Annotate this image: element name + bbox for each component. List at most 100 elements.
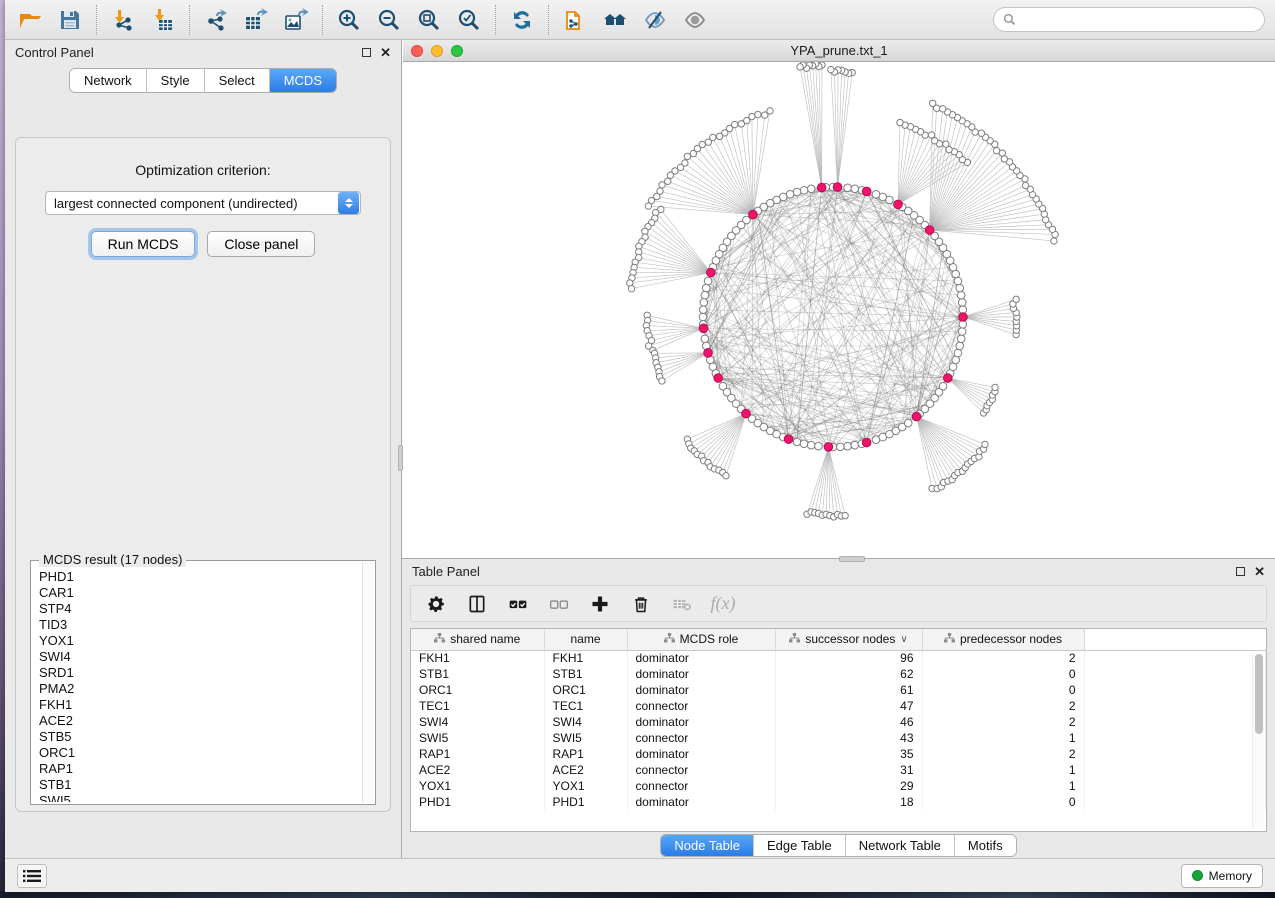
table-cell[interactable]: connector <box>627 698 775 714</box>
table-row[interactable]: SWI5SWI5connector431 <box>411 730 1266 746</box>
graph-satellite-node[interactable] <box>659 182 665 188</box>
show-details-icon[interactable] <box>682 7 708 33</box>
table-cell[interactable]: RAP1 <box>544 746 627 762</box>
mcds-result-item[interactable]: YOX1 <box>39 633 361 649</box>
close-panel-button[interactable]: Close panel <box>207 231 315 257</box>
graph-satellite-node[interactable] <box>842 512 848 518</box>
vertical-splitter-handle[interactable] <box>398 445 403 471</box>
table-cell[interactable]: STB1 <box>544 666 627 682</box>
table-cell[interactable]: PHD1 <box>411 794 544 810</box>
graph-node[interactable] <box>844 442 852 450</box>
export-image-icon[interactable] <box>283 7 309 33</box>
graph-hub-node[interactable] <box>912 412 921 421</box>
mcds-result-item[interactable]: ORC1 <box>39 745 361 761</box>
table-cell[interactable]: 29 <box>775 778 922 794</box>
graph-node[interactable] <box>954 277 962 285</box>
table-cell[interactable]: ACE2 <box>544 762 627 778</box>
column-header[interactable]: name <box>544 629 627 650</box>
tab-network[interactable]: Network <box>70 69 147 92</box>
graph-hub-node[interactable] <box>824 443 833 452</box>
column-header[interactable]: predecessor nodes <box>922 629 1084 650</box>
graph-node[interactable] <box>851 185 859 193</box>
table-cell[interactable]: 2 <box>922 746 1084 762</box>
table-cell[interactable]: TEC1 <box>411 698 544 714</box>
table-cell[interactable]: 0 <box>922 794 1084 810</box>
mcds-result-item[interactable]: SRD1 <box>39 665 361 681</box>
tab-network-table[interactable]: Network Table <box>846 835 955 856</box>
column-header[interactable]: shared name <box>411 629 544 650</box>
table-row[interactable]: ACE2ACE2connector311 <box>411 762 1266 778</box>
graph-satellite-node[interactable] <box>690 150 696 156</box>
graph-satellite-node[interactable] <box>978 130 984 136</box>
tab-mcds[interactable]: MCDS <box>270 69 336 92</box>
table-cell[interactable]: 47 <box>775 698 922 714</box>
mcds-result-item[interactable]: CAR1 <box>39 585 361 601</box>
graph-satellite-node[interactable] <box>705 139 711 145</box>
zoom-in-icon[interactable] <box>336 7 362 33</box>
table-cell[interactable]: 43 <box>775 730 922 746</box>
graph-satellite-node[interactable] <box>667 172 673 178</box>
graph-hub-node[interactable] <box>925 226 934 235</box>
settings-gear-icon[interactable] <box>425 593 447 615</box>
save-session-icon[interactable] <box>57 7 83 33</box>
export-table-icon[interactable] <box>243 7 269 33</box>
graph-hub-node[interactable] <box>699 324 708 333</box>
graph-satellite-node[interactable] <box>755 111 761 117</box>
table-cell[interactable]: dominator <box>627 650 775 666</box>
graph-satellite-node[interactable] <box>762 112 768 118</box>
table-cell[interactable]: STB1 <box>411 666 544 682</box>
graph-node[interactable] <box>701 335 709 343</box>
table-cell[interactable]: 0 <box>922 682 1084 698</box>
table-cell[interactable]: 61 <box>775 682 922 698</box>
hide-details-icon[interactable] <box>642 7 668 33</box>
mcds-result-item[interactable]: STP4 <box>39 601 361 617</box>
graph-hub-node[interactable] <box>704 349 713 358</box>
graph-hub-node[interactable] <box>833 183 842 192</box>
table-row[interactable]: TEC1TEC1connector472 <box>411 698 1266 714</box>
graph-satellite-node[interactable] <box>1013 296 1019 302</box>
delete-column-icon[interactable] <box>630 593 652 615</box>
table-row[interactable]: STB1STB1dominator620 <box>411 666 1266 682</box>
graph-node[interactable] <box>704 277 712 285</box>
graph-satellite-node[interactable] <box>659 378 665 384</box>
graph-hub-node[interactable] <box>714 374 723 383</box>
table-cell[interactable]: 1 <box>922 762 1084 778</box>
task-history-button[interactable] <box>17 864 47 888</box>
graph-satellite-node[interactable] <box>928 132 934 138</box>
graph-node[interactable] <box>957 291 965 299</box>
window-close-icon[interactable] <box>411 45 423 57</box>
table-cell[interactable]: SWI5 <box>544 730 627 746</box>
column-header[interactable]: successor nodes∨ <box>775 629 922 650</box>
graph-satellite-node[interactable] <box>929 100 935 106</box>
mcds-result-item[interactable]: PHD1 <box>39 569 361 585</box>
close-panel-icon[interactable]: ✕ <box>380 48 391 57</box>
graph-satellite-node[interactable] <box>992 384 998 390</box>
graph-hub-node[interactable] <box>943 374 952 383</box>
graph-node[interactable] <box>958 328 966 336</box>
graph-satellite-node[interactable] <box>1022 182 1028 188</box>
network-graph[interactable] <box>403 62 1271 558</box>
graph-hub-node[interactable] <box>959 313 968 322</box>
graph-satellite-node[interactable] <box>628 285 634 291</box>
open-file-icon[interactable] <box>17 7 43 33</box>
criterion-select[interactable]: largest connected component (undirected) <box>45 191 361 215</box>
mcds-result-item[interactable]: RAP1 <box>39 761 361 777</box>
graph-node[interactable] <box>956 342 964 350</box>
table-cell[interactable]: 35 <box>775 746 922 762</box>
graph-node[interactable] <box>851 441 859 449</box>
home-networks-icon[interactable] <box>602 7 628 33</box>
table-cell[interactable]: SWI4 <box>411 714 544 730</box>
float-table-panel-icon[interactable] <box>1236 567 1245 576</box>
table-cell[interactable]: 2 <box>922 650 1084 666</box>
graph-satellite-node[interactable] <box>828 66 834 72</box>
export-network-icon[interactable] <box>203 7 229 33</box>
zoom-out-icon[interactable] <box>376 7 402 33</box>
show-columns-icon[interactable] <box>466 593 488 615</box>
graph-node[interactable] <box>699 306 707 314</box>
graph-hub-node[interactable] <box>707 268 716 277</box>
graph-satellite-node[interactable] <box>982 441 988 447</box>
graph-hub-node[interactable] <box>862 187 871 196</box>
search-input[interactable] <box>1021 13 1255 27</box>
graph-node[interactable] <box>952 356 960 364</box>
table-cell[interactable]: dominator <box>627 794 775 810</box>
